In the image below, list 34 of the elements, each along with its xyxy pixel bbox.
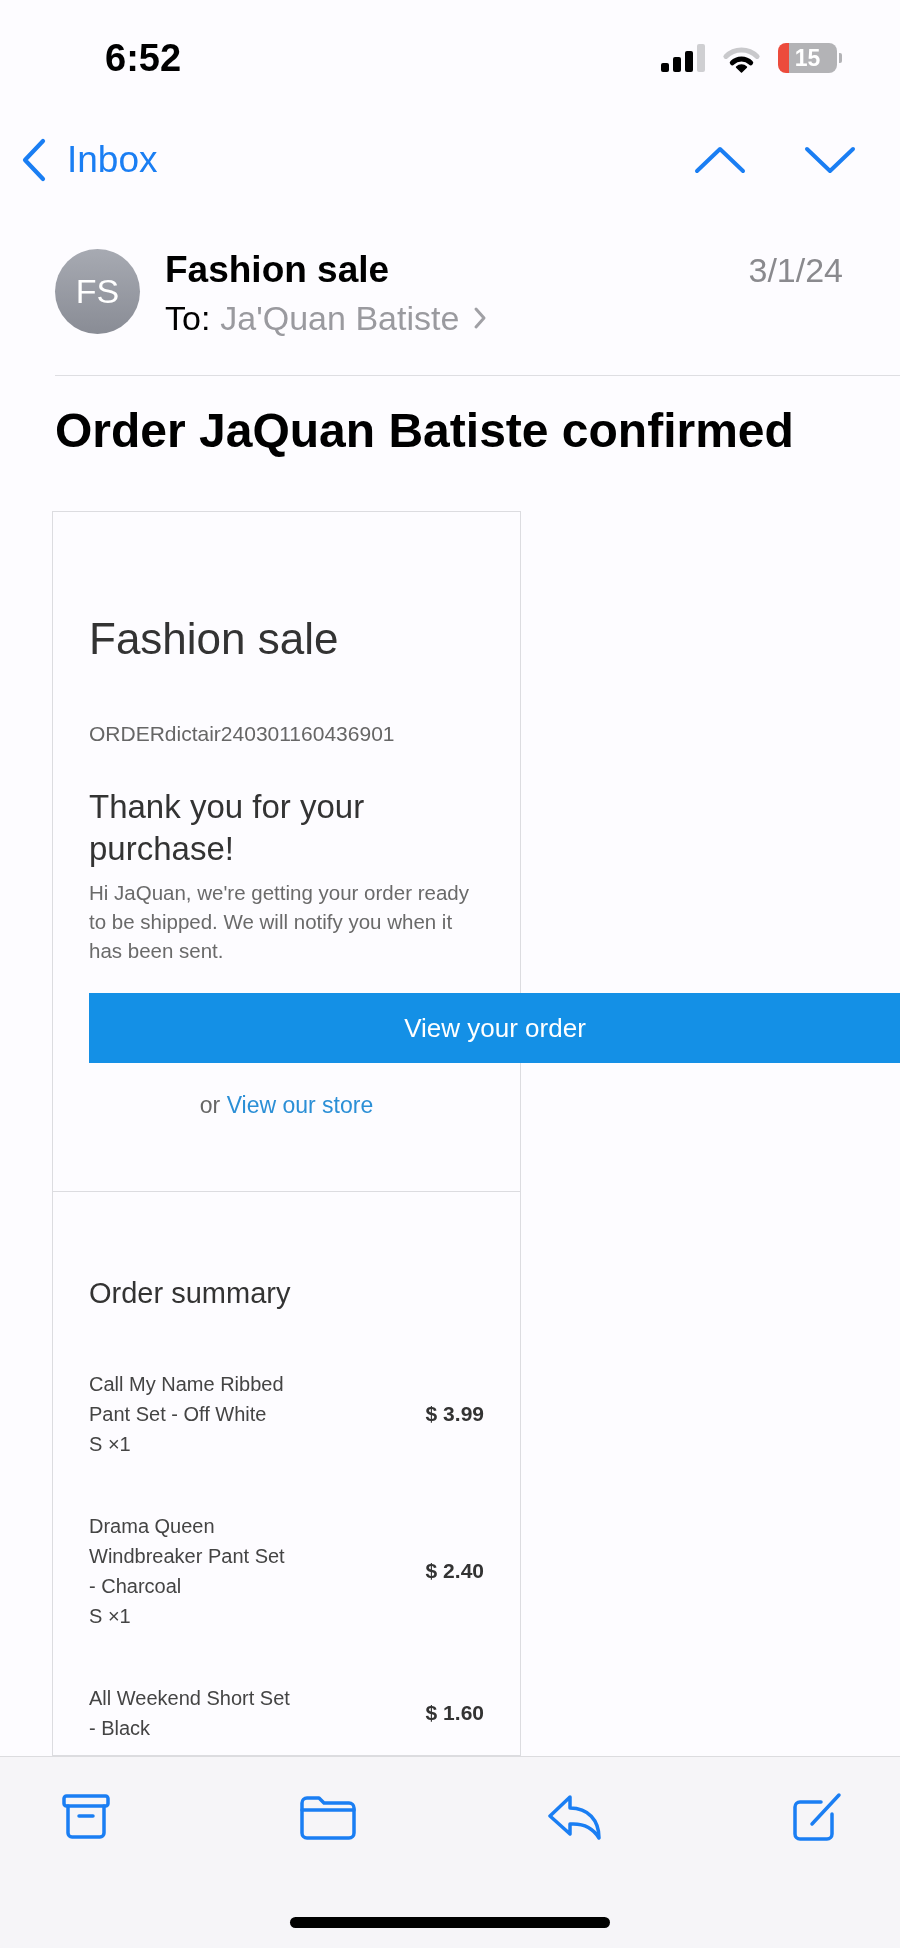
item-price: $ 2.40 (425, 1559, 484, 1583)
store-prompt: or View our store (198, 1091, 375, 1120)
thank-you-heading: Thank you for your purchase! (89, 787, 366, 869)
recipient-name[interactable]: Ja'Quan Batiste (220, 298, 460, 338)
archive-box-icon[interactable] (62, 1794, 110, 1840)
view-order-button[interactable]: View your order (89, 993, 900, 1063)
to-label: To: (165, 298, 211, 338)
back-button[interactable]: Inbox (21, 138, 158, 182)
summary-title: Order summary (89, 1276, 292, 1311)
store-link[interactable]: View our store (226, 1092, 374, 1118)
reply-icon[interactable] (546, 1794, 602, 1840)
signal-icon (661, 44, 705, 72)
item-name: Drama Queen Windbreaker Pant Set - Charcoal (89, 1514, 286, 1599)
chevron-up-icon[interactable] (694, 146, 746, 174)
chevron-down-icon[interactable] (804, 146, 856, 174)
email-subject: Order JaQuan Batiste confirmed (55, 403, 795, 459)
sender-name: Fashion sale (165, 249, 390, 291)
sender-avatar: FS (55, 249, 140, 334)
order-number: ORDERdictair240301160436901 (89, 721, 396, 747)
message-date: 3/1/24 (748, 250, 843, 291)
item-price: $ 1.60 (425, 1701, 484, 1725)
battery-indicator: 15 (778, 43, 842, 73)
item-variant: S ×1 (89, 1432, 132, 1457)
pencil-square-icon[interactable] (792, 1792, 842, 1842)
message-text: Hi JaQuan, we're getting your order ready to be shipped. We will notify you when it has been sent. (89, 880, 470, 964)
brand-name: Fashion sale (89, 613, 340, 665)
chevron-left-icon (21, 138, 47, 182)
item-price: $ 3.99 (425, 1402, 484, 1426)
item-name: All Weekend Short Set - Black (89, 1686, 291, 1741)
chevron-right-icon (473, 306, 488, 330)
folder-icon[interactable] (300, 1794, 357, 1840)
status-time: 6:52 (105, 36, 182, 80)
item-name: Call My Name Ribbed Pant Set - Off White (89, 1372, 285, 1427)
item-variant: S ×1 (89, 1604, 132, 1629)
